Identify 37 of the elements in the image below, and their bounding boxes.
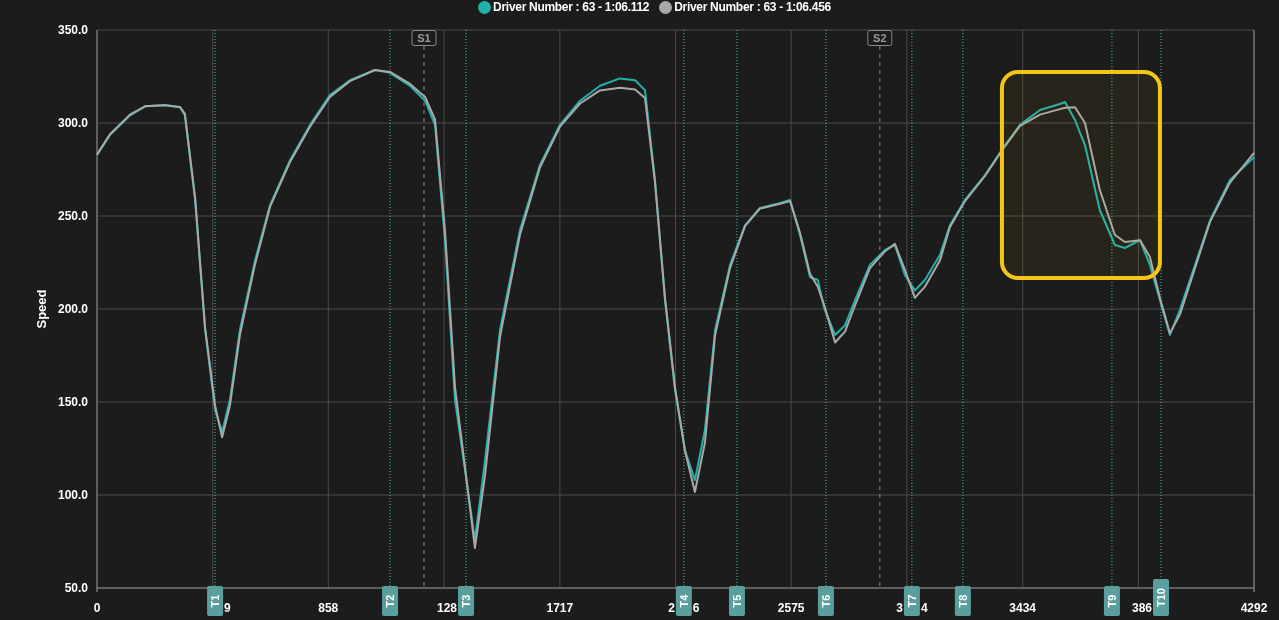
corner-marker: T3 [458, 586, 475, 616]
axis-tick-label: 3434 [1009, 601, 1037, 615]
corner-marker: T8 [954, 586, 971, 616]
axis-tick-label: 6 [692, 601, 700, 615]
legend-item[interactable]: Driver Number : 63 - 1:06.112 [478, 0, 650, 14]
corner-marker: T7 [903, 586, 920, 616]
axis-tick-label: 128 [437, 601, 458, 615]
axis-tick-label: 386 [1131, 601, 1152, 615]
ref-line-label: S1 [417, 32, 431, 44]
corner-marker: T4 [675, 586, 692, 616]
axis-tick-label: 0 [93, 601, 101, 615]
corner-marker: T10 [1153, 579, 1169, 616]
corner-marker: T6 [817, 586, 834, 616]
axis-tick-label: 100.0 [57, 488, 88, 502]
axis-tick-label: 858 [318, 601, 339, 615]
corner-marker: T9 [1103, 586, 1120, 616]
axis-tick-label: 350.0 [57, 23, 88, 37]
axis-tick-label: 250.0 [57, 209, 88, 223]
axis-tick-label: 3 [896, 601, 903, 615]
axis-tick-label: 300.0 [57, 116, 88, 130]
corner-marker: T5 [728, 586, 745, 616]
sector-label: S2 [867, 30, 893, 46]
corner-marker: T1 [207, 586, 224, 616]
ref-line-label: S2 [873, 32, 887, 44]
axis-tick-label: 4292 [1240, 601, 1268, 615]
axis-title: Speed [34, 289, 49, 329]
axis-tick-label: 200.0 [57, 302, 88, 316]
legend-item[interactable]: Driver Number : 63 - 1:06.456 [659, 0, 831, 14]
axis-tick-label: 2 [668, 601, 675, 615]
axis-tick-label: 150.0 [57, 395, 88, 409]
axis-tick-label: 9 [224, 601, 231, 615]
axis-tick-label: 4 [920, 601, 928, 615]
axis-tick-label: 50.0 [64, 581, 88, 595]
sector-label: S1 [411, 30, 437, 46]
axis-tick-label: 1717 [546, 601, 574, 615]
axis-tick-label: 2575 [777, 601, 805, 615]
corner-marker: T2 [382, 586, 398, 616]
